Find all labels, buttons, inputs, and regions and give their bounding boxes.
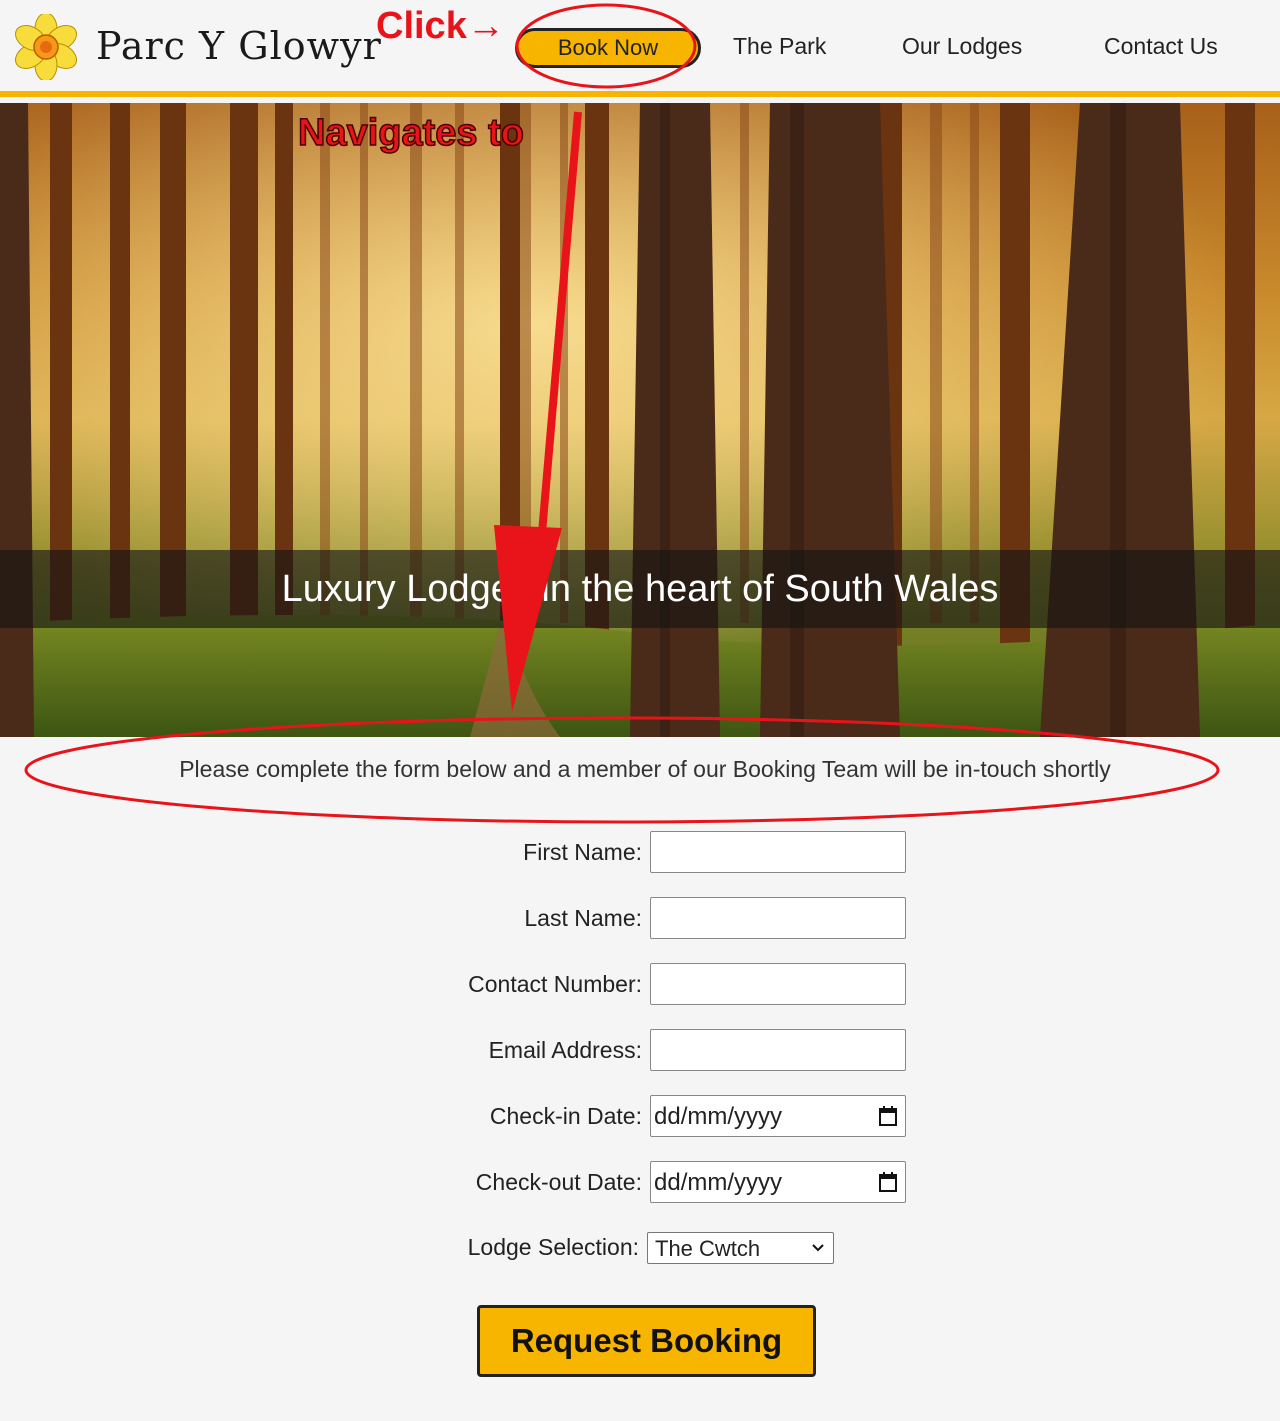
last-name-row: Last Name: <box>0 897 1280 939</box>
checkout-row: Check-out Date: dd/mm/yyyy <box>0 1161 1280 1203</box>
checkin-label: Check-in Date: <box>489 1103 642 1129</box>
last-name-label: Last Name: <box>524 905 642 931</box>
first-name-input[interactable] <box>650 831 906 873</box>
checkin-row: Check-in Date: dd/mm/yyyy <box>0 1095 1280 1137</box>
checkout-date-placeholder: dd/mm/yyyy <box>654 1169 783 1196</box>
site-logo-text[interactable]: Parc Y Glowyr <box>96 24 382 68</box>
nav-the-park[interactable]: The Park <box>733 33 826 60</box>
form-intro-text: Please complete the form below and a mem… <box>179 756 1111 782</box>
checkout-date-input[interactable]: dd/mm/yyyy <box>650 1161 906 1203</box>
lodge-select[interactable]: The Cwtch <box>647 1232 834 1264</box>
last-name-input[interactable] <box>650 897 906 939</box>
forest-image <box>0 103 1280 737</box>
lodge-label: Lodge Selection: <box>467 1234 639 1260</box>
hero-title: Luxury Lodges in the heart of South Wale… <box>281 567 999 610</box>
first-name-row: First Name: <box>0 831 1280 873</box>
contact-number-input[interactable] <box>650 963 906 1005</box>
checkin-date-input[interactable]: dd/mm/yyyy <box>650 1095 906 1137</box>
book-now-button[interactable]: Book Now <box>515 28 701 68</box>
email-label: Email Address: <box>488 1037 642 1063</box>
site-header: Parc Y Glowyr Book Now The Park Our Lodg… <box>0 0 1280 97</box>
checkout-label: Check-out Date: <box>475 1169 642 1195</box>
annotation-click-label: Click→ <box>376 5 505 47</box>
email-input[interactable] <box>650 1029 906 1071</box>
chevron-down-icon <box>812 1244 824 1252</box>
request-booking-button[interactable]: Request Booking <box>477 1305 816 1377</box>
lodge-selected-value: The Cwtch <box>655 1236 761 1261</box>
nav-our-lodges[interactable]: Our Lodges <box>902 33 1022 60</box>
contact-number-row: Contact Number: <box>0 963 1280 1005</box>
hero-banner: Luxury Lodges in the heart of South Wale… <box>0 103 1280 737</box>
calendar-icon[interactable] <box>879 1106 897 1126</box>
calendar-icon[interactable] <box>879 1172 897 1192</box>
annotation-navigates-to-label: Navigates to <box>297 111 524 155</box>
nav-contact-us[interactable]: Contact Us <box>1104 33 1218 60</box>
lodge-row: Lodge Selection: The Cwtch <box>0 1231 1280 1273</box>
hero-title-band: Luxury Lodges in the heart of South Wale… <box>0 550 1280 628</box>
checkin-date-placeholder: dd/mm/yyyy <box>654 1103 783 1130</box>
email-row: Email Address: <box>0 1029 1280 1071</box>
daffodil-logo-icon[interactable] <box>12 14 80 80</box>
first-name-label: First Name: <box>523 839 642 865</box>
contact-number-label: Contact Number: <box>468 971 642 997</box>
